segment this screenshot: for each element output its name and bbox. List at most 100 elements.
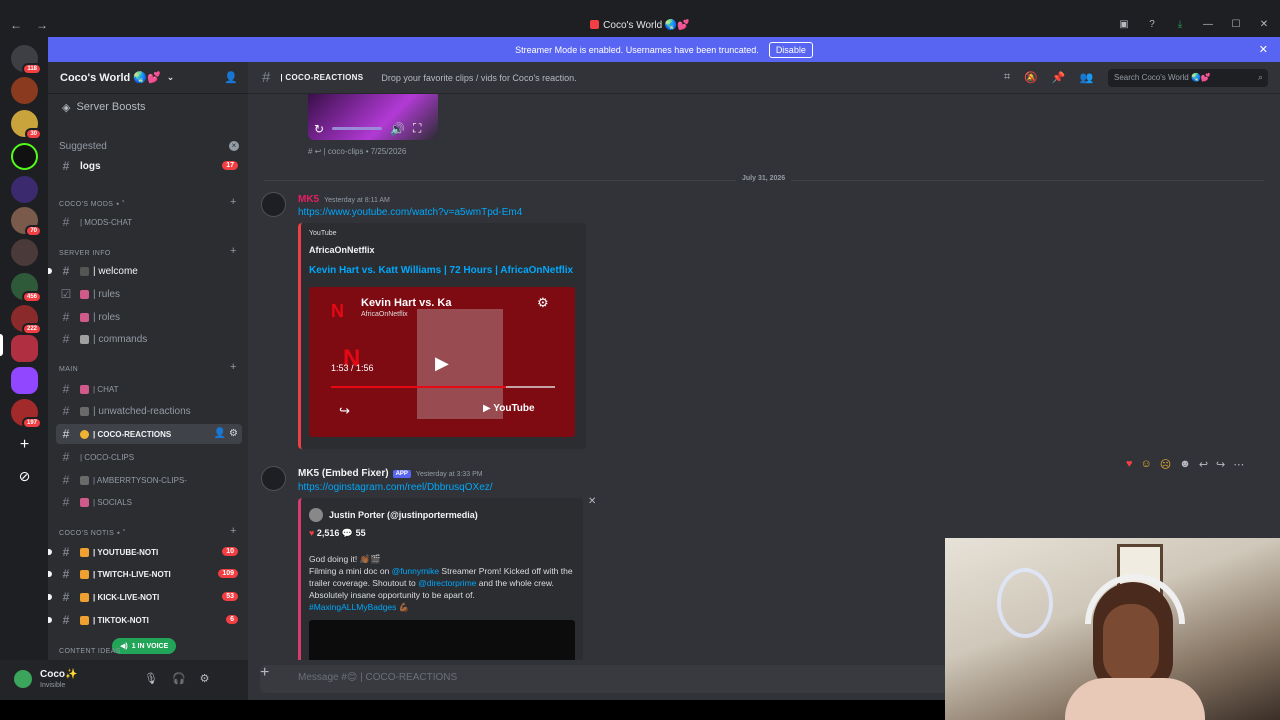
attach-plus-icon[interactable]: + — [260, 664, 269, 682]
add-channel-icon[interactable]: + — [230, 245, 236, 257]
channel-commands[interactable]: # | commands — [56, 329, 242, 349]
search-input[interactable]: Search Coco's World 🌏💕 ⌕ — [1108, 69, 1268, 87]
replay-icon[interactable]: ↻ — [314, 122, 324, 136]
member-list-icon[interactable]: 👥 — [1080, 71, 1094, 84]
category-content-ideas[interactable]: CONTENT IDEAS — [59, 648, 121, 655]
embed-author[interactable]: Justin Porter (@justinportermedia) — [309, 508, 478, 522]
threads-icon[interactable]: ⌗ — [1004, 71, 1010, 84]
message-link[interactable]: https://www.youtube.com/watch?v=a5wmTpd-… — [298, 207, 522, 218]
category-server-info[interactable]: SERVER INFO — [59, 250, 111, 257]
share-icon[interactable]: ↪ — [339, 403, 350, 419]
category-notis[interactable]: COCO'S NOTIS ⭑ ˚ — [59, 530, 126, 538]
banner-close-icon[interactable]: ✕ — [1259, 43, 1268, 56]
channel-logs[interactable]: # logs 17 — [56, 156, 242, 176]
embed-title[interactable]: Kevin Hart vs. Katt Williams | 72 Hours … — [309, 265, 573, 276]
channel-reference[interactable]: # ↩ | coco-clips • 7/25/2026 — [308, 147, 406, 156]
embed-provider[interactable]: YouTube — [309, 230, 337, 237]
add-channel-icon[interactable]: + — [230, 525, 236, 537]
add-server-icon[interactable]: + — [11, 431, 38, 458]
server-icon[interactable]: 30 — [11, 110, 42, 140]
server-icon[interactable]: 197 — [11, 399, 42, 429]
server-icon[interactable] — [11, 239, 38, 266]
volume-icon[interactable]: 🔊 — [390, 122, 405, 136]
video-player[interactable]: N N Kevin Hart vs. Ka AfricaOnNetflix ⚙ … — [309, 287, 575, 437]
player-progress-bar[interactable] — [331, 386, 555, 388]
message-author[interactable]: MK5 (Embed Fixer) APP Yesterday at 3:33 PM — [298, 468, 483, 479]
player-settings-icon[interactable]: ⚙ — [537, 295, 549, 311]
pin-icon[interactable]: 📌 — [1052, 71, 1066, 84]
channel-tiktok-noti[interactable]: # | TIKTOK-NOTI 6 — [48, 610, 242, 630]
avatar[interactable] — [261, 192, 286, 217]
user-avatar[interactable] — [14, 670, 32, 688]
message-author[interactable]: MK5 Yesterday at 8:11 AM — [298, 194, 390, 205]
close-window-icon[interactable]: ✕ — [1258, 19, 1270, 30]
more-options-icon[interactable]: ⋯ — [1233, 458, 1244, 471]
message-input[interactable]: Message #😊 | COCO-REACTIONS — [260, 665, 950, 693]
microphone-icon[interactable]: 🎙 — [144, 672, 158, 685]
cry-reaction-icon[interactable]: ☹ — [1160, 458, 1171, 471]
channel-mods-chat[interactable]: # | MODS-CHAT — [56, 212, 242, 232]
category-main[interactable]: MAIN — [59, 366, 78, 373]
author-name[interactable]: MK5 — [298, 194, 319, 205]
reel-media[interactable] — [309, 620, 575, 660]
minimize-icon[interactable]: — — [1202, 19, 1214, 30]
category-mods[interactable]: COCO'S MODS ⭑ ˚ — [59, 201, 125, 209]
headphones-icon[interactable]: 🎧 — [172, 672, 186, 685]
channel-welcome[interactable]: # | welcome — [48, 261, 242, 281]
channel-settings-icon[interactable]: 👤 ⚙ — [214, 428, 238, 439]
server-icon[interactable]: 222 — [11, 305, 42, 335]
server-name-header[interactable]: Coco's World 🌏💕 ⌄ 👤 — [48, 62, 248, 94]
discover-icon[interactable]: ⊘ — [11, 463, 38, 490]
channel-kick-live-noti[interactable]: # | KICK-LIVE-NOTI 53 — [48, 587, 242, 607]
settings-gear-icon[interactable]: ⚙ — [200, 672, 210, 685]
channel-coco-reactions[interactable]: # | COCO-REACTIONS 👤 ⚙ — [56, 424, 242, 444]
channel-youtube-noti[interactable]: # | YOUTUBE-NOTI 10 — [48, 542, 242, 562]
add-channel-icon[interactable]: + — [230, 361, 236, 373]
add-reaction-icon[interactable]: ☻ — [1179, 458, 1191, 471]
laugh-reaction-icon[interactable]: ☺ — [1141, 458, 1152, 471]
server-boosts[interactable]: ◈ Server Boosts — [48, 94, 248, 120]
fullscreen-icon[interactable]: ⛶ — [413, 121, 421, 136]
remove-embed-icon[interactable]: ✕ — [588, 496, 596, 507]
disable-button[interactable]: Disable — [768, 41, 813, 58]
channel-topic[interactable]: Drop your favorite clips / vids for Coco… — [381, 73, 576, 83]
hashtag-link[interactable]: #MaxingALLMyBadges 💪🏾 — [309, 601, 579, 613]
inbox-icon[interactable]: ▣ — [1118, 19, 1130, 30]
volume-slider[interactable] — [332, 127, 383, 130]
dismiss-suggested-icon[interactable]: × — [229, 141, 239, 151]
channel-coco-clips[interactable]: # | COCO-CLIPS — [56, 447, 242, 467]
avatar[interactable] — [261, 466, 286, 491]
server-icon[interactable] — [11, 77, 38, 104]
clips-viral-server-icon[interactable] — [11, 176, 38, 203]
channel-socials[interactable]: # | SOCIALS — [56, 492, 242, 512]
author-name[interactable]: MK5 (Embed Fixer) — [298, 468, 389, 479]
youtube-logo[interactable]: ▶ YouTube — [483, 403, 535, 414]
voice-activity-pill[interactable]: ◀) 1 IN VOICE — [112, 638, 177, 654]
user-name[interactable]: Coco✨ — [40, 669, 77, 680]
channel-roles[interactable]: # | roles — [56, 307, 242, 327]
cocos-world-server-icon[interactable] — [11, 335, 38, 362]
server-icon[interactable]: 70 — [11, 207, 42, 237]
mention-link[interactable]: @directorprime — [418, 578, 476, 588]
channel-twitch-live-noti[interactable]: # | TWITCH-LIVE-NOTI 109 — [48, 564, 242, 584]
mention-link[interactable]: @funnymike — [392, 566, 439, 576]
channel-chat[interactable]: # | CHAT — [56, 379, 242, 399]
notification-bell-icon[interactable]: 🔕 — [1024, 71, 1038, 84]
help-icon[interactable]: ? — [1146, 19, 1158, 30]
channel-rules[interactable]: ☑ | rules — [56, 284, 242, 304]
channel-unwatched-reactions[interactable]: # | unwatched-reactions — [56, 401, 242, 421]
maximize-icon[interactable]: ☐ — [1230, 19, 1242, 30]
heart-reaction-icon[interactable]: ♥ — [1126, 458, 1133, 471]
download-icon[interactable]: ⤓ — [1174, 19, 1186, 30]
home-icon[interactable]: 118 — [11, 45, 42, 75]
reply-icon[interactable]: ↩ — [1199, 458, 1208, 471]
invite-people-icon[interactable]: 👤 — [224, 71, 238, 84]
server-icon[interactable]: 456 — [11, 273, 42, 303]
forward-icon[interactable]: ↪ — [1216, 458, 1225, 471]
add-channel-icon[interactable]: + — [230, 196, 236, 208]
embed-author[interactable]: AfricaOnNetflix — [309, 245, 375, 255]
play-icon[interactable]: ▶ — [435, 353, 449, 374]
twitch-server-icon[interactable] — [11, 367, 38, 394]
channel-amberrtyson-clips[interactable]: # | AMBERRTYSON-CLIPS- — [56, 470, 242, 490]
message-link[interactable]: https://oginstagram.com/reel/DbbrusqOXez… — [298, 482, 493, 493]
